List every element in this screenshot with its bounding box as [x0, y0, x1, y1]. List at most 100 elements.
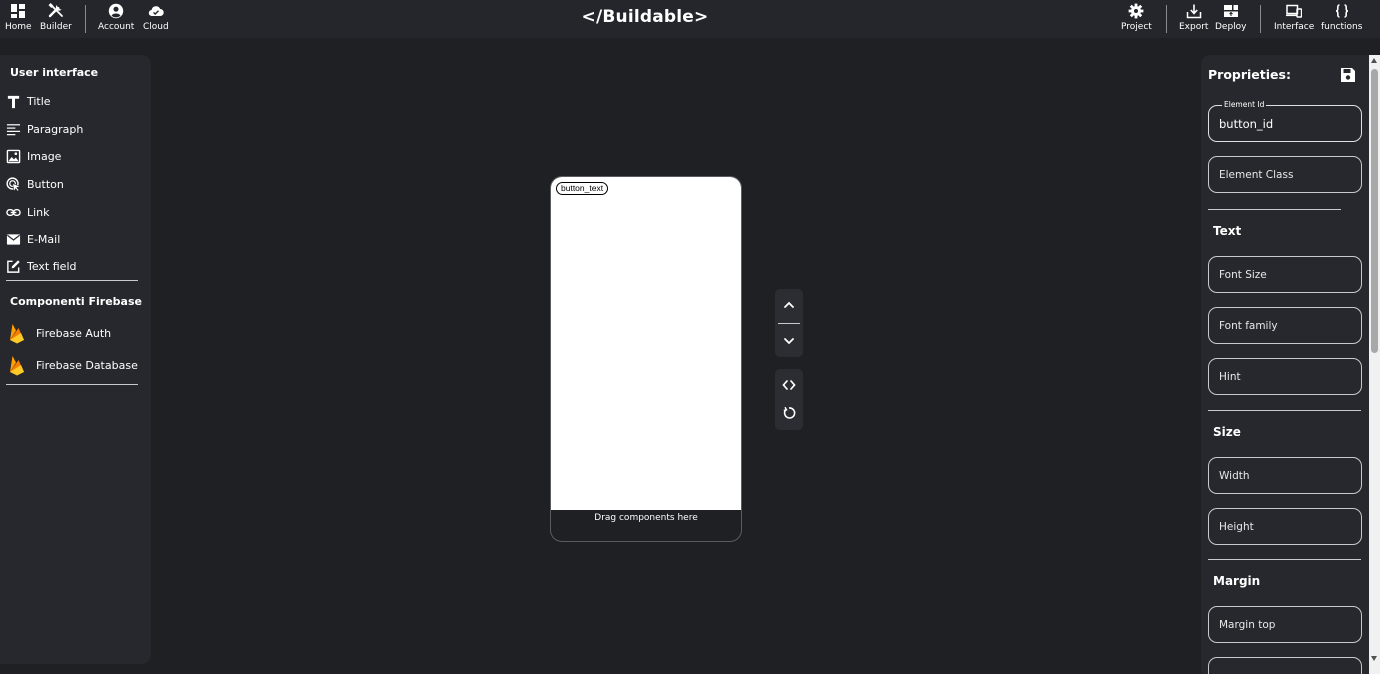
home-nav-button[interactable]: Home — [5, 3, 32, 35]
download-icon — [1186, 4, 1201, 19]
chevron-down-icon — [784, 338, 794, 345]
component-link[interactable]: Link — [6, 203, 50, 221]
move-controls — [775, 289, 803, 357]
account-icon — [108, 3, 124, 19]
scroll-down-arrow-icon[interactable] — [1371, 656, 1377, 661]
component-title-label: Title — [27, 94, 51, 108]
width-input[interactable] — [1208, 457, 1362, 494]
element-id-input[interactable] — [1208, 105, 1362, 142]
topbar-divider — [85, 5, 86, 33]
refresh-icon — [783, 406, 796, 419]
element-id-legend: Element Id — [1222, 100, 1267, 109]
home-nav-label: Home — [5, 22, 32, 32]
save-icon[interactable] — [1340, 67, 1356, 83]
section-divider — [6, 280, 138, 281]
reset-button[interactable] — [775, 401, 803, 425]
code-controls — [775, 369, 803, 430]
devices-icon — [1286, 4, 1303, 18]
email-icon — [6, 233, 21, 245]
text-section-heading: Text — [1213, 224, 1242, 238]
tools-icon — [48, 3, 63, 18]
scroll-up-arrow-icon[interactable] — [1371, 58, 1377, 63]
move-up-button[interactable] — [775, 293, 803, 317]
section-divider — [1208, 209, 1341, 210]
interface-nav-label: Interface — [1274, 22, 1315, 32]
component-text-field[interactable]: Text field — [6, 257, 76, 275]
chevron-up-icon — [784, 301, 794, 308]
image-icon — [6, 149, 21, 163]
page-scrollbar[interactable] — [1369, 55, 1380, 674]
element-class-input[interactable] — [1208, 156, 1362, 193]
hint-input[interactable] — [1208, 358, 1362, 395]
firebase-section-heading: Componenti Firebase — [10, 295, 142, 308]
account-nav-label: Account — [98, 22, 135, 32]
ui-section-heading: User interface — [10, 66, 99, 79]
link-icon — [6, 208, 21, 216]
text-field-icon — [7, 259, 20, 273]
height-input[interactable] — [1208, 508, 1362, 545]
component-button[interactable]: Button — [6, 175, 64, 193]
interface-nav-button[interactable]: Interface — [1274, 3, 1314, 35]
scrollbar-thumb[interactable] — [1371, 69, 1378, 353]
builder-nav-button[interactable]: Builder — [40, 3, 72, 35]
cloud-icon — [148, 6, 164, 17]
properties-panel: Proprieties: Element Id Text Size Margin — [1201, 55, 1369, 674]
component-firebase-database[interactable]: Firebase Database — [6, 353, 138, 377]
code-icon — [782, 380, 796, 390]
account-nav-button[interactable]: Account — [98, 3, 134, 35]
firebase-icon — [10, 324, 24, 344]
grid-icon — [11, 4, 26, 18]
firebase-icon — [10, 356, 24, 376]
controls-divider — [778, 323, 800, 324]
next-property-field[interactable] — [1208, 657, 1362, 674]
move-down-button[interactable] — [775, 329, 803, 353]
component-firebase-auth[interactable]: Firebase Auth — [6, 321, 111, 345]
functions-nav-label: functions — [1321, 22, 1363, 32]
deploy-nav-label: Deploy — [1215, 22, 1247, 32]
drop-hint: Drag components here — [594, 513, 698, 523]
component-image[interactable]: Image — [6, 147, 61, 165]
export-nav-label: Export — [1179, 22, 1209, 32]
deploy-icon — [1223, 5, 1238, 17]
phone-preview: button_text Drag components here — [550, 176, 742, 542]
button-click-icon — [6, 176, 21, 192]
app-logo[interactable]: </Buildable> — [582, 7, 709, 27]
component-firebase-auth-label: Firebase Auth — [36, 326, 112, 340]
deploy-nav-button[interactable]: Deploy — [1215, 3, 1247, 35]
braces-icon — [1335, 4, 1348, 18]
components-panel: User interface Title Paragraph Image But… — [0, 55, 151, 664]
component-email-label: E-Mail — [27, 232, 61, 246]
component-paragraph[interactable]: Paragraph — [6, 120, 83, 138]
paragraph-icon — [6, 123, 21, 135]
margin-top-input[interactable] — [1208, 606, 1362, 643]
top-bar: Home Builder Account Cloud </Buildable> … — [0, 0, 1380, 38]
component-link-label: Link — [27, 205, 50, 219]
component-firebase-database-label: Firebase Database — [36, 358, 138, 372]
export-nav-button[interactable]: Export — [1179, 3, 1208, 35]
section-divider — [1208, 559, 1361, 560]
preview-button[interactable]: button_text — [556, 182, 609, 195]
font-size-input[interactable] — [1208, 256, 1362, 293]
cloud-nav-button[interactable]: Cloud — [143, 3, 169, 35]
properties-title: Proprieties: — [1208, 67, 1291, 82]
component-title[interactable]: Title — [6, 92, 51, 110]
size-section-heading: Size — [1213, 425, 1241, 439]
project-nav-button[interactable]: Project — [1121, 3, 1152, 35]
app-logo-container: </Buildable> — [0, 7, 1290, 27]
builder-nav-label: Builder — [40, 22, 72, 32]
view-code-button[interactable] — [775, 373, 803, 397]
title-icon — [7, 95, 20, 108]
margin-section-heading: Margin — [1213, 574, 1261, 588]
font-family-input[interactable] — [1208, 307, 1362, 344]
cloud-nav-label: Cloud — [143, 22, 169, 32]
component-email[interactable]: E-Mail — [6, 230, 60, 248]
functions-nav-button[interactable]: functions — [1321, 3, 1362, 35]
component-paragraph-label: Paragraph — [27, 122, 84, 136]
section-divider — [1208, 410, 1361, 411]
component-image-label: Image — [27, 149, 62, 163]
component-button-label: Button — [27, 177, 64, 191]
section-divider — [6, 384, 138, 385]
topbar-divider — [1260, 5, 1261, 33]
project-nav-label: Project — [1121, 22, 1152, 32]
phone-screen-dropzone[interactable]: button_text — [551, 177, 741, 510]
